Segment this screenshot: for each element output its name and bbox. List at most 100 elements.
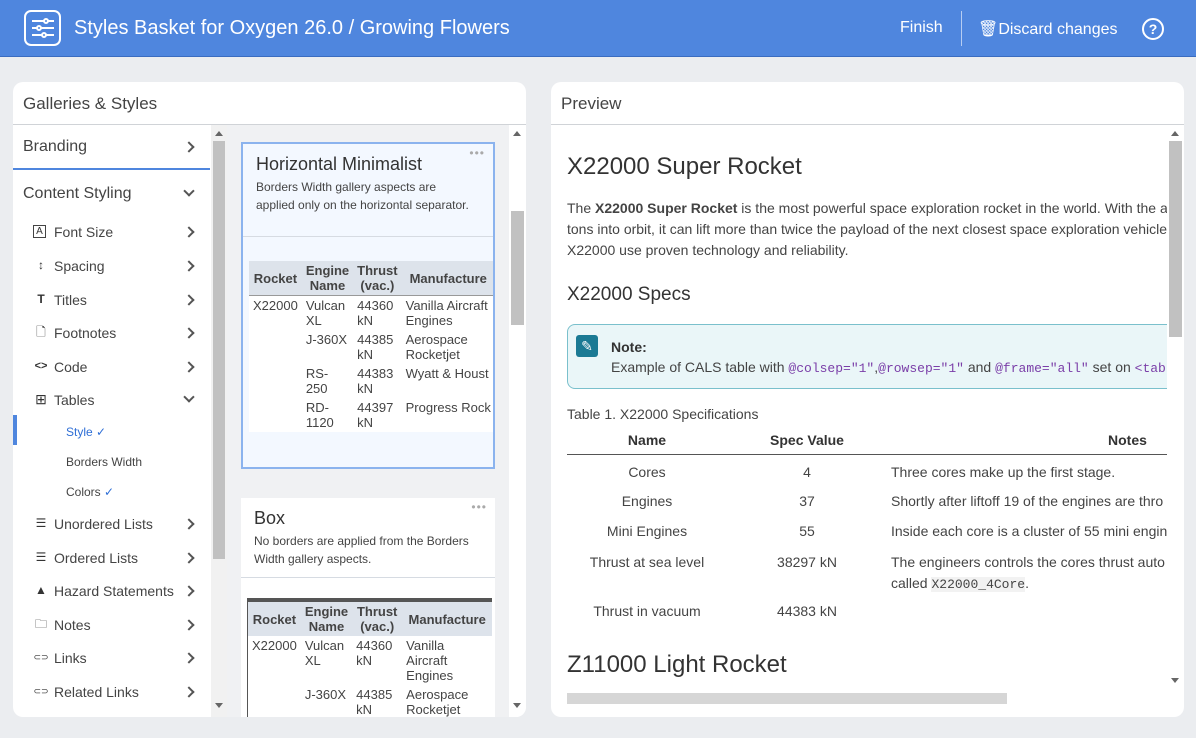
nav-item-notes[interactable]: 🗀 Notes <box>13 610 210 640</box>
nav-item-code[interactable]: <> Code <box>13 352 210 382</box>
nav-item-label: Ordered Lists <box>54 550 139 566</box>
app-title: Styles Basket for Oxygen 26.0 / Growing … <box>74 17 510 39</box>
note-text-part: and <box>963 359 996 375</box>
preview-heading-2: Z11000 Light Rocket <box>567 651 787 678</box>
related-links-icon: ⊂⊃ <box>33 686 49 696</box>
table-cell <box>249 398 302 432</box>
subitem-borders-width[interactable]: Borders Width <box>66 455 142 469</box>
card-divider <box>243 236 493 237</box>
preview-vscrollbar[interactable] <box>1167 125 1184 690</box>
table-cell: 44397 kN <box>357 400 394 430</box>
active-indicator <box>13 415 17 445</box>
nav-item-links[interactable]: ⊂⊃ Links <box>13 643 210 673</box>
nav-item-label: Titles <box>54 292 87 308</box>
note-code: @rowsep="1" <box>878 361 964 376</box>
preview-hscrollbar[interactable] <box>551 690 1167 707</box>
table-header: Thrust (vac.) <box>357 263 398 293</box>
preview-heading: X22000 Super Rocket <box>567 153 802 180</box>
table-row: RS-250 44383 kN Wyatt & Houst <box>249 364 493 398</box>
chevron-down-icon <box>183 185 195 197</box>
discard-label: Discard changes <box>998 21 1118 38</box>
scroll-down-icon[interactable] <box>1171 678 1179 683</box>
scroll-thumb[interactable] <box>511 211 524 325</box>
chevron-right-icon <box>183 585 195 597</box>
styles-menu-icon[interactable] <box>24 10 61 46</box>
nav-item-hazard-statements[interactable]: ▲ Hazard Statements <box>13 576 210 606</box>
chevron-right-icon <box>183 686 195 698</box>
spec-notes-text: . <box>1025 575 1029 591</box>
sample-table: Rocket Engine Name Thrust (vac.) Manufac… <box>249 261 493 432</box>
intro-text: The <box>567 200 596 216</box>
subitem-label: Style <box>66 425 93 439</box>
table-cell: Vulcan XL <box>304 638 345 668</box>
subitem-colors[interactable]: Colors ✓ <box>66 485 114 499</box>
gallery-card-horizontal-minimalist[interactable]: Horizontal Minimalist ••• Borders Width … <box>241 142 495 469</box>
nav-item-titles[interactable]: T Titles <box>13 285 210 315</box>
nav-item-related-links[interactable]: ⊂⊃ Related Links <box>13 677 210 707</box>
intro-text: tons into orbit, it can lift more than t… <box>567 221 1167 237</box>
nav-item-unordered-lists[interactable]: ☰ Unordered Lists <box>13 509 210 539</box>
scroll-up-icon[interactable] <box>513 131 521 136</box>
table-row: RD-1120 44397 kN Progress Rock <box>249 398 493 432</box>
font-size-icon: A <box>33 225 46 238</box>
help-icon[interactable]: ? <box>1142 18 1164 40</box>
spec-cell-name: Thrust in vacuum <box>593 603 701 619</box>
chevron-right-icon <box>183 294 195 306</box>
table-caption: Table 1. X22000 Specifications <box>567 406 759 422</box>
nav-section-label: Content Styling <box>23 185 132 202</box>
subitem-label: Borders Width <box>66 455 143 469</box>
note-code: @frame="all" <box>995 361 1089 376</box>
card-description: Borders Width gallery aspects are applie… <box>256 180 469 212</box>
chevron-right-icon <box>183 226 195 238</box>
hazard-icon: ▲ <box>35 583 47 597</box>
scroll-up-icon[interactable] <box>1171 131 1179 136</box>
card-menu-icon[interactable]: ••• <box>471 500 487 514</box>
spec-cell-value: 37 <box>799 493 815 509</box>
note-code: <tabl <box>1134 361 1167 376</box>
scroll-up-icon[interactable] <box>215 131 223 136</box>
nav-item-ordered-lists[interactable]: ☰ Ordered Lists <box>13 543 210 573</box>
scroll-down-icon[interactable] <box>215 703 223 708</box>
chevron-right-icon <box>183 552 195 564</box>
card-menu-icon[interactable]: ••• <box>469 146 485 160</box>
nav-section-label: Branding <box>23 138 88 155</box>
footnotes-icon: 🗋 <box>36 325 46 339</box>
nav-item-tables[interactable]: ⊞ Tables <box>13 385 210 415</box>
panel-title: Galleries & Styles <box>23 94 158 113</box>
table-cell: 44385 kN <box>357 332 394 362</box>
notes-icon: 🗀 <box>34 617 47 631</box>
gallery-card-box[interactable]: Box ••• No borders are applied from the … <box>241 498 495 717</box>
spec-row: Mini Engines 55 Inside each core is a cl… <box>567 523 1167 545</box>
nav-section-content-styling[interactable]: Content Styling <box>13 172 210 217</box>
table-cell: X22000 <box>253 298 298 313</box>
scroll-thumb[interactable] <box>567 693 1007 704</box>
nav-item-font-size[interactable]: A Font Size <box>13 217 210 247</box>
header-divider <box>961 11 962 46</box>
nav-item-label: Font Size <box>54 224 114 240</box>
scroll-thumb[interactable] <box>1169 141 1182 337</box>
discard-changes-button[interactable]: 🗑Discard changes <box>978 19 1117 39</box>
table-cell: Aerospace Rocketjet <box>405 332 468 362</box>
gallery-scrollbar[interactable] <box>509 125 526 717</box>
card-title: Box <box>254 508 286 528</box>
subitem-style[interactable]: Style ✓ <box>66 425 106 439</box>
table-row: X22000 Vulcan XL 44360 kN Vanilla Aircraft … <box>248 636 493 685</box>
scroll-thumb[interactable] <box>213 141 225 559</box>
finish-button[interactable]: Finish <box>900 19 943 37</box>
nav-section-branding[interactable]: Branding <box>13 125 210 170</box>
panel-title: Preview <box>561 94 622 113</box>
scroll-down-icon[interactable] <box>513 703 521 708</box>
nav-scrollbar[interactable] <box>211 125 227 717</box>
table-cell: 44383 kN <box>357 366 394 396</box>
galleries-panel: Galleries & Styles Branding Content Styl… <box>13 82 526 717</box>
spec-cell-notes: Inside each core is a cluster of 55 mini… <box>891 523 1167 539</box>
nav-item-label: Code <box>54 359 88 375</box>
nav-item-spacing[interactable]: ↕ Spacing <box>13 251 210 281</box>
titles-icon: T <box>37 292 45 306</box>
table-row: J-360X 44385 kN Aerospace Rocketjet <box>248 685 493 717</box>
preview-intro: The X22000 Super Rocket is the most powe… <box>567 198 1167 261</box>
spec-header-notes: Notes <box>1108 432 1147 448</box>
note-code: @colsep="1" <box>788 361 875 376</box>
nav-item-footnotes[interactable]: 🗋 Footnotes <box>13 318 210 348</box>
intro-bold: X22000 Super Rocket <box>595 200 738 216</box>
